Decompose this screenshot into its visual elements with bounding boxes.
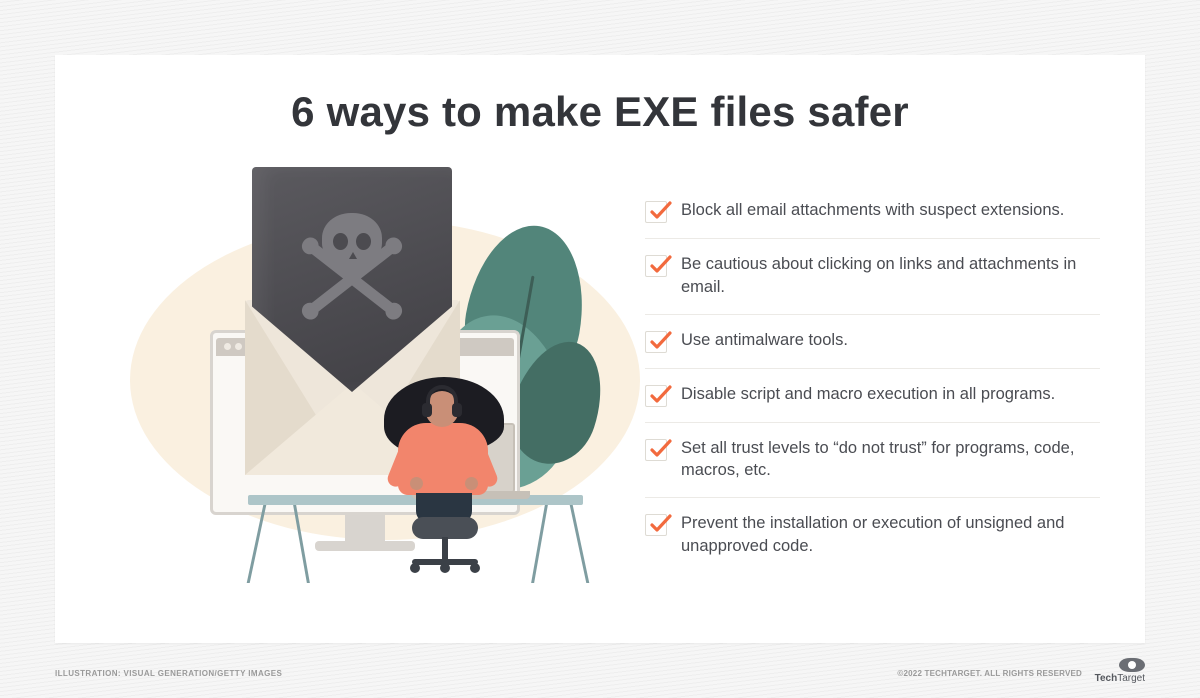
checkmark-icon — [645, 255, 667, 277]
copyright-text: ©2022 TECHTARGET. ALL RIGHTS RESERVED — [897, 669, 1082, 678]
brand-eye-icon — [1119, 658, 1145, 672]
page-title: 6 ways to make EXE files safer — [55, 88, 1145, 136]
list-item-text: Set all trust levels to “do not trust” f… — [681, 437, 1100, 483]
list-item: Use antimalware tools. — [645, 315, 1100, 369]
list-item-text: Block all email attachments with suspect… — [681, 199, 1064, 222]
illustration-credit: ILLUSTRATION: VISUAL GENERATION/GETTY IM… — [55, 669, 282, 678]
list-item: Prevent the installation or execution of… — [645, 498, 1100, 573]
list-item-text: Be cautious about clicking on links and … — [681, 253, 1100, 299]
list-item: Disable script and macro execution in al… — [645, 369, 1100, 423]
checkmark-icon — [645, 385, 667, 407]
list-item: Set all trust levels to “do not trust” f… — [645, 423, 1100, 499]
checkmark-icon — [645, 514, 667, 536]
checkmark-icon — [645, 201, 667, 223]
list-item-text: Disable script and macro execution in al… — [681, 383, 1055, 406]
safety-tips-list: Block all email attachments with suspect… — [645, 185, 1100, 573]
list-item-text: Prevent the installation or execution of… — [681, 512, 1100, 558]
illustration — [140, 155, 625, 585]
list-item: Be cautious about clicking on links and … — [645, 239, 1100, 315]
brand-name-thin: Target — [1117, 673, 1145, 684]
list-item: Block all email attachments with suspect… — [645, 185, 1100, 239]
checkmark-icon — [645, 331, 667, 353]
infographic-card: 6 ways to make EXE files safer — [55, 55, 1145, 643]
brand-name-bold: Tech — [1095, 673, 1118, 684]
skull-crossbones-icon — [290, 201, 414, 325]
checkmark-icon — [645, 439, 667, 461]
brand-logo: TechTarget — [1095, 658, 1145, 684]
list-item-text: Use antimalware tools. — [681, 329, 848, 352]
